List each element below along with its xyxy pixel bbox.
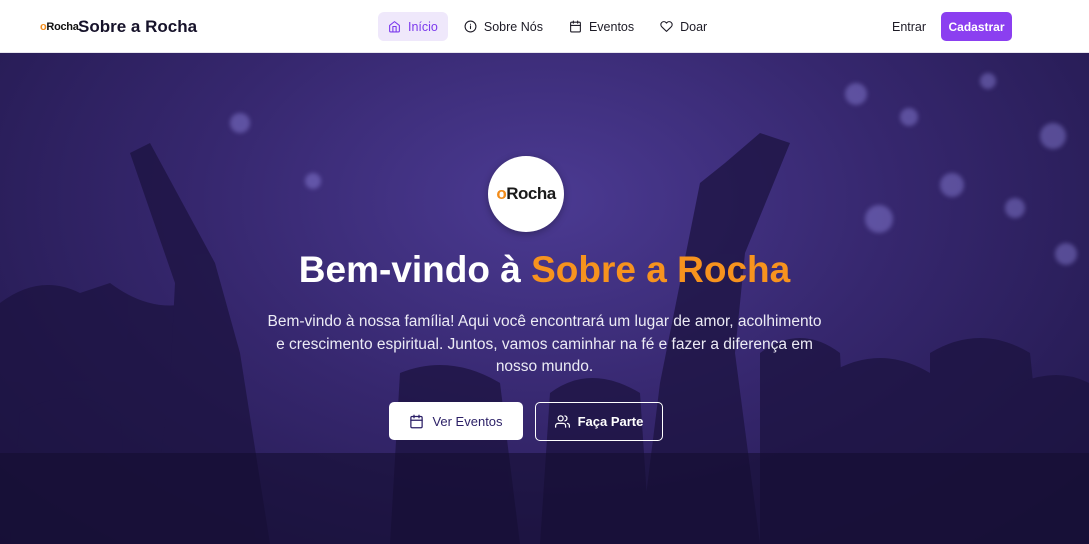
view-events-button[interactable]: Ver Eventos bbox=[389, 402, 523, 440]
hero-title-prefix: Bem-vindo à bbox=[298, 249, 532, 290]
nav-item-label: Sobre Nós bbox=[483, 19, 543, 34]
nav-item-label: Eventos bbox=[588, 19, 635, 34]
nav-item-label: Doar bbox=[680, 19, 708, 34]
hero-title-accent: Sobre a Rocha bbox=[531, 249, 791, 290]
nav-item-label: Início bbox=[408, 19, 438, 34]
heart-icon bbox=[660, 21, 673, 32]
top-navigation-bar: oRocha Sobre a Rocha Início Sobre Nós Ev… bbox=[0, 0, 1089, 53]
brand-name: Sobre a Rocha bbox=[78, 16, 198, 36]
nav-item-sobre-nos[interactable]: Sobre Nós bbox=[454, 12, 553, 41]
home-icon bbox=[389, 21, 400, 33]
hero-content: oRocha Bem-vindo à Sobre a Rocha Bem-vin… bbox=[0, 53, 1089, 544]
calendar-icon bbox=[410, 414, 424, 428]
login-button[interactable]: Entrar bbox=[892, 20, 926, 34]
join-label: Faça Parte bbox=[577, 414, 644, 429]
nav-item-eventos[interactable]: Eventos bbox=[559, 12, 644, 41]
hero-section: oRocha Bem-vindo à Sobre a Rocha Bem-vin… bbox=[0, 53, 1089, 544]
hero-title: Bem-vindo à Sobre a Rocha bbox=[0, 249, 1089, 291]
brand-logo: oRocha bbox=[40, 20, 79, 33]
calendar-icon bbox=[570, 20, 581, 33]
hero-description: Bem-vindo à nossa família! Aqui você enc… bbox=[267, 313, 822, 375]
view-events-label: Ver Eventos bbox=[432, 413, 503, 429]
nav-item-inicio[interactable]: Início bbox=[378, 12, 448, 41]
hero-logo-mark: oRocha bbox=[496, 184, 556, 203]
signup-button[interactable]: Cadastrar bbox=[941, 12, 1012, 41]
main-nav: Início Sobre Nós Eventos Doar bbox=[378, 12, 717, 41]
join-button[interactable]: Faça Parte bbox=[535, 402, 663, 441]
users-icon bbox=[554, 415, 570, 428]
nav-item-doar[interactable]: Doar bbox=[650, 12, 717, 41]
hero-logo: oRocha bbox=[488, 156, 564, 232]
info-icon bbox=[464, 20, 477, 33]
brand[interactable]: oRocha Sobre a Rocha bbox=[40, 0, 197, 53]
